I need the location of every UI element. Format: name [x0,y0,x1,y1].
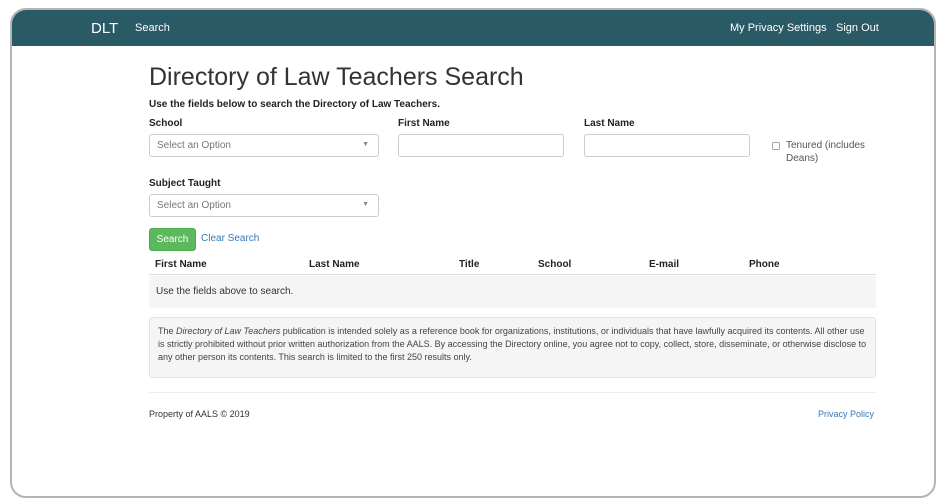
subject-taught-select[interactable]: Select an Option ▼ [149,194,379,217]
school-label: School [149,118,183,129]
first-name-label: First Name [398,118,450,129]
table-empty-row: Use the fields above to search. [149,276,876,308]
column-header-last-name[interactable]: Last Name [309,259,360,270]
column-header-email[interactable]: E-mail [649,259,679,270]
nav-search-link[interactable]: Search [135,22,170,34]
notice-publication-name: Directory of Law Teachers [176,326,281,336]
tenured-label[interactable]: Tenured (includes Deans) [786,139,886,165]
column-header-first-name[interactable]: First Name [155,259,207,270]
top-navbar: DLT Search My Privacy Settings Sign Out [12,10,934,46]
chevron-down-icon: ▼ [362,201,369,208]
legal-notice: The Directory of Law Teachers publicatio… [149,317,876,378]
privacy-policy-link[interactable]: Privacy Policy [818,409,874,419]
first-name-input[interactable] [398,134,564,157]
footer-divider [149,392,876,393]
column-header-school[interactable]: School [538,259,571,270]
subject-taught-label: Subject Taught [149,178,221,189]
empty-message: Use the fields above to search. [156,286,294,297]
notice-text-before: The [158,326,177,336]
column-header-title[interactable]: Title [459,259,479,270]
clear-search-link[interactable]: Clear Search [201,233,259,244]
last-name-input[interactable] [584,134,750,157]
intro-text: Use the fields below to search the Direc… [149,99,441,110]
page-title: Directory of Law Teachers Search [149,63,524,91]
brand-logo[interactable]: DLT [91,20,118,37]
subject-select-value: Select an Option [157,200,231,211]
table-header-divider [149,274,876,275]
chevron-down-icon: ▼ [362,141,369,148]
search-button[interactable]: Search [149,228,196,251]
school-select[interactable]: Select an Option ▼ [149,134,379,157]
tenured-checkbox[interactable] [772,142,780,150]
browser-frame: DLT Search My Privacy Settings Sign Out … [10,8,936,498]
nav-sign-out-link[interactable]: Sign Out [836,22,879,34]
footer-copyright: Property of AALS © 2019 [149,409,250,419]
column-header-phone[interactable]: Phone [749,259,780,270]
last-name-label: Last Name [584,118,635,129]
nav-privacy-settings-link[interactable]: My Privacy Settings [730,22,827,34]
school-select-value: Select an Option [157,140,231,151]
